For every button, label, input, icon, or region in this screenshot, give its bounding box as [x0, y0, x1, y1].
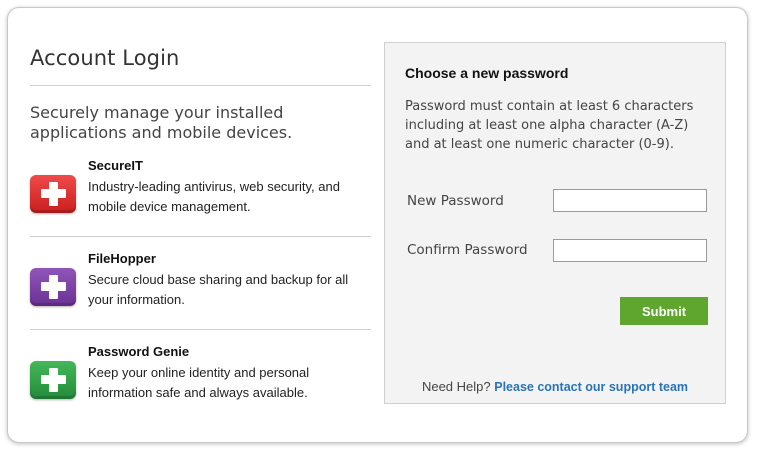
confirm-password-field[interactable] [553, 239, 707, 262]
app-description: Secure cloud base sharing and backup for… [88, 272, 349, 307]
password-rules: Password must contain at least 6 charact… [405, 99, 694, 152]
app-description: Keep your online identity and personal i… [88, 365, 310, 400]
app-item-filehopper: FileHopper Secure cloud base sharing and… [30, 251, 371, 321]
app-description: Industry-leading antivirus, web security… [88, 179, 340, 214]
tagline: Securely manage your installed applicati… [30, 103, 293, 142]
divider [30, 236, 371, 237]
filehopper-plus-icon [30, 268, 76, 306]
confirm-password-label: Confirm Password [407, 242, 528, 258]
app-name: Password Genie [88, 344, 190, 359]
panel-title: Choose a new password [405, 65, 569, 81]
app-item-secureit: SecureIT Industry-leading antivirus, web… [30, 158, 371, 228]
help-line: Need Help? Please contact our support te… [385, 379, 725, 394]
help-text: Need Help? [421, 379, 491, 394]
new-password-label: New Password [407, 193, 504, 209]
password-genie-plus-icon [30, 361, 76, 399]
submit-button[interactable]: Submit [620, 297, 708, 325]
login-card: Account Login Securely manage your insta… [7, 7, 748, 443]
support-link[interactable]: Please contact our support team [494, 380, 688, 394]
app-item-password-genie: Password Genie Keep your online identity… [30, 344, 371, 414]
secureit-plus-icon [30, 175, 76, 213]
left-column: Account Login [30, 46, 371, 70]
divider [30, 329, 371, 330]
page-title: Account Login [30, 46, 180, 70]
app-name: SecureIT [88, 158, 143, 173]
app-name: FileHopper [88, 251, 156, 266]
divider [30, 85, 371, 86]
new-password-field[interactable] [553, 189, 707, 212]
password-panel: Choose a new password Password must cont… [384, 42, 726, 404]
